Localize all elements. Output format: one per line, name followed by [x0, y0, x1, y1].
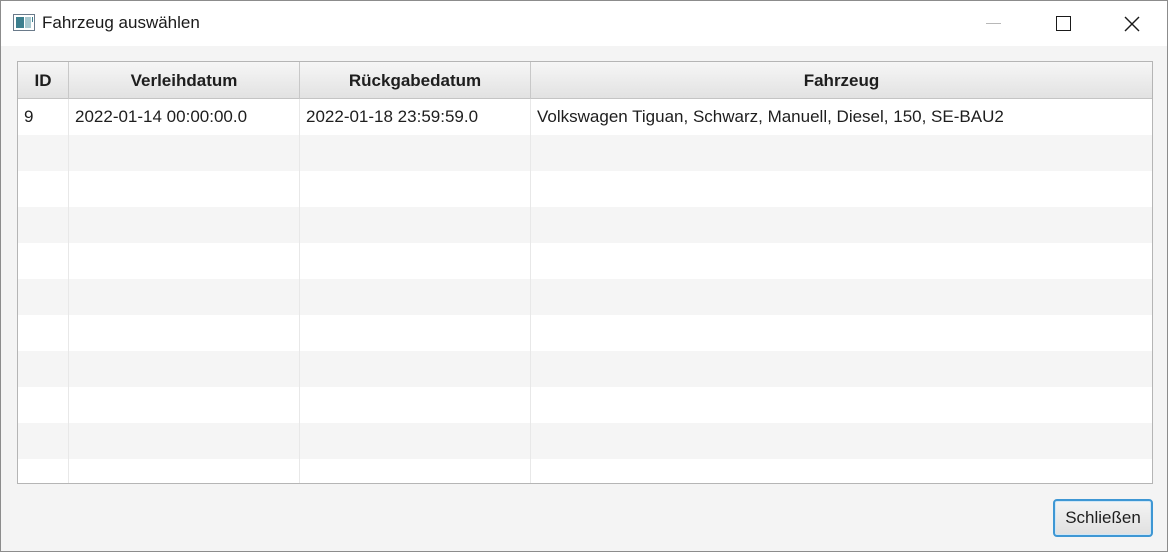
- table-cell: [531, 135, 1152, 171]
- table-cell: [18, 387, 69, 423]
- table-row[interactable]: [18, 171, 1152, 207]
- table-cell: [69, 423, 300, 459]
- table-cell: [531, 279, 1152, 315]
- table-cell: [300, 387, 531, 423]
- close-window-button[interactable]: [1097, 1, 1167, 46]
- column-header-verleihdatum[interactable]: Verleihdatum: [69, 62, 300, 99]
- table-row[interactable]: [18, 423, 1152, 459]
- column-header-id[interactable]: ID: [18, 62, 69, 99]
- table-row[interactable]: 9 2022-01-14 00:00:00.0 2022-01-18 23:59:5…: [18, 99, 1152, 135]
- table-cell: [531, 423, 1152, 459]
- table-cell: [18, 279, 69, 315]
- table-cell: [531, 207, 1152, 243]
- table-cell: 9: [18, 99, 69, 135]
- table-cell: [18, 171, 69, 207]
- table-cell: [18, 459, 69, 483]
- column-header-rueckgabedatum[interactable]: Rückgabedatum: [300, 62, 531, 99]
- table-cell: [69, 279, 300, 315]
- table-cell: [300, 207, 531, 243]
- table-row[interactable]: [18, 243, 1152, 279]
- maximize-button[interactable]: [1028, 1, 1098, 46]
- table-cell: [69, 351, 300, 387]
- table-body: 9 2022-01-14 00:00:00.0 2022-01-18 23:59:5…: [18, 99, 1152, 483]
- table-row[interactable]: [18, 135, 1152, 171]
- title-bar[interactable]: Fahrzeug auswählen: [1, 1, 1167, 46]
- table-cell: [300, 315, 531, 351]
- table-cell: [531, 459, 1152, 483]
- column-header-fahrzeug[interactable]: Fahrzeug: [531, 62, 1152, 99]
- table-cell: [531, 387, 1152, 423]
- close-button[interactable]: Schließen: [1053, 499, 1153, 537]
- table-cell: [69, 171, 300, 207]
- table-cell: [69, 459, 300, 483]
- table-cell: [300, 459, 531, 483]
- table-cell: Volkswagen Tiguan, Schwarz, Manuell, Die…: [537, 107, 1004, 126]
- table-cell: [300, 135, 531, 171]
- table-cell: [300, 279, 531, 315]
- table-cell: [69, 207, 300, 243]
- table-cell: [69, 243, 300, 279]
- table-cell: [18, 315, 69, 351]
- table-cell: [69, 387, 300, 423]
- table-cell: [69, 135, 300, 171]
- table-header: ID Verleihdatum Rückgabedatum Fahrzeug: [18, 62, 1152, 99]
- table-cell: [18, 243, 69, 279]
- vehicle-table[interactable]: ID Verleihdatum Rückgabedatum Fahrzeug 9…: [17, 61, 1153, 484]
- table-cell: [18, 351, 69, 387]
- table-cell: 2022-01-18 23:59:59.0: [300, 99, 531, 135]
- table-cell: [300, 243, 531, 279]
- table-cell: [18, 423, 69, 459]
- table-cell: [18, 135, 69, 171]
- table-row[interactable]: [18, 459, 1152, 483]
- table-cell: [531, 315, 1152, 351]
- table-cell: [300, 351, 531, 387]
- minimize-button[interactable]: [958, 1, 1028, 46]
- table-cell: [300, 423, 531, 459]
- maximize-icon: [1055, 16, 1071, 31]
- table-cell: [531, 243, 1152, 279]
- table-cell: [531, 171, 1152, 207]
- table-row[interactable]: [18, 279, 1152, 315]
- minimize-icon: [985, 23, 1001, 24]
- close-icon: [1124, 16, 1140, 31]
- dialog-window: Fahrzeug auswählen ID Verleihdatum Rückg…: [0, 0, 1168, 552]
- table-cell: [18, 207, 69, 243]
- table-row[interactable]: [18, 315, 1152, 351]
- table-cell: [300, 171, 531, 207]
- app-icon: [13, 14, 35, 31]
- window-title: Fahrzeug auswählen: [42, 13, 200, 32]
- table-row[interactable]: [18, 351, 1152, 387]
- table-row[interactable]: [18, 207, 1152, 243]
- table-row[interactable]: [18, 387, 1152, 423]
- table-cell: [531, 351, 1152, 387]
- table-cell: [69, 315, 300, 351]
- table-cell: 2022-01-14 00:00:00.0: [69, 99, 300, 135]
